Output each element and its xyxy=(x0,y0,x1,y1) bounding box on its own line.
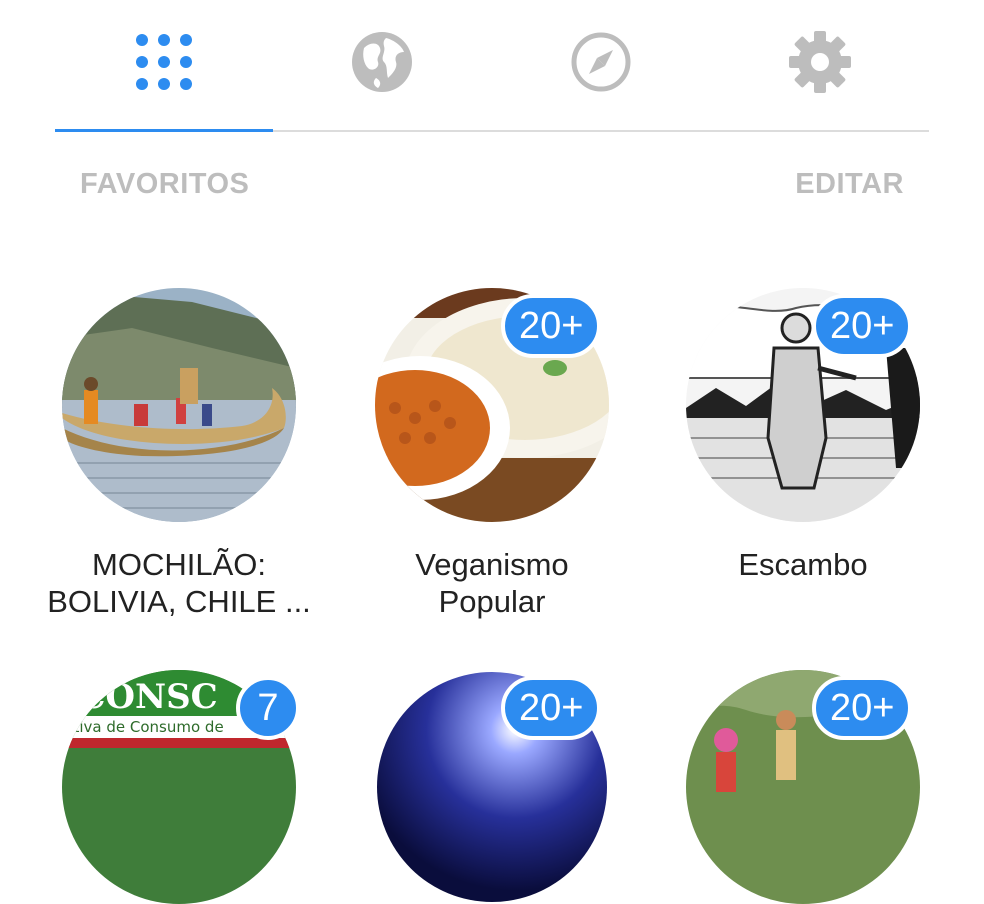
tab-compass[interactable] xyxy=(561,22,641,102)
tab-settings[interactable] xyxy=(780,22,860,102)
globe-icon xyxy=(352,32,412,92)
group-tile-sphere[interactable]: 20+ xyxy=(337,670,647,904)
unread-badge: 20+ xyxy=(501,294,602,358)
unread-badge: 7 xyxy=(236,676,300,740)
edit-button[interactable]: EDITAR xyxy=(795,168,904,201)
group-name: Escambo xyxy=(738,547,868,582)
compass-icon xyxy=(571,32,631,92)
banner-subtext: ativa de Consumo de xyxy=(64,718,223,736)
unread-badge: 20+ xyxy=(501,676,602,740)
unread-badge: 20+ xyxy=(812,676,913,740)
grid-icon xyxy=(136,34,192,90)
unread-badge: 20+ xyxy=(812,294,913,358)
banner-text: CONSC xyxy=(78,677,217,717)
gear-icon xyxy=(789,31,851,93)
tab-apps[interactable] xyxy=(124,22,204,102)
group-photo-boat xyxy=(62,288,296,522)
active-tab-indicator xyxy=(55,129,273,132)
section-title: FAVORITOS xyxy=(80,168,250,200)
group-name: Veganismo Popular xyxy=(415,547,569,619)
tab-globe[interactable] xyxy=(342,22,422,102)
tab-bar xyxy=(0,0,984,134)
group-name: MOCHILÃO: BOLIVIA, CHILE ... xyxy=(47,547,311,619)
group-tile-consumo[interactable]: CONSC ativa de Consumo de 7 xyxy=(24,670,334,904)
group-tile-outdoor[interactable]: 20+ xyxy=(648,670,958,904)
